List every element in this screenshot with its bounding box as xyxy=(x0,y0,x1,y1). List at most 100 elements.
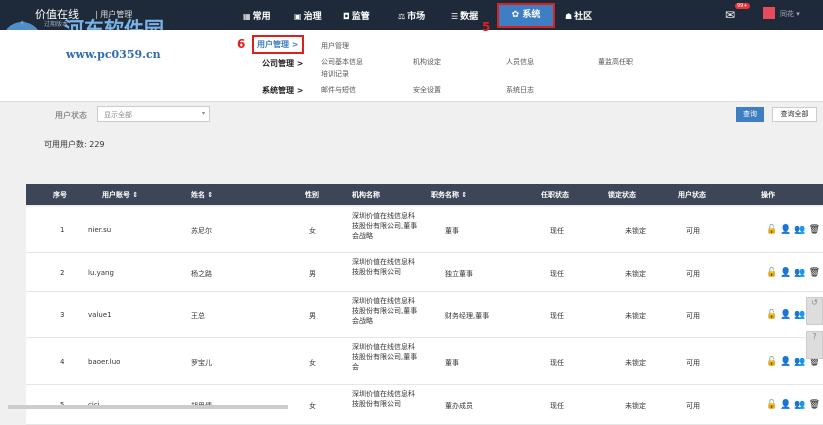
user-status-label: 用户状态 xyxy=(55,111,87,120)
cell-name: 罗宝儿 xyxy=(191,358,212,367)
cell-org: 深圳价值在线信息科 技股份有限公司,董事 会战略 xyxy=(352,296,417,326)
step-annotation-5: 5 xyxy=(482,20,491,34)
search-all-button[interactable]: 查询全部 xyxy=(772,107,817,122)
nav-governance[interactable]: ▣ 治理 xyxy=(294,9,322,22)
user-status-select[interactable]: 显示全部 ▾ xyxy=(97,106,210,122)
table-row: 4 baoer.luo 罗宝儿 女 董事 现任 未锁定 可用 深圳价值在线信息科 技股份有限公司,… xyxy=(26,338,823,385)
cell-user-status: 可用 xyxy=(686,269,700,278)
cell-org: 深圳价值在线信息科 技股份有限公司 xyxy=(352,389,415,409)
submenu-item-org-settings[interactable]: 机构设定 xyxy=(413,57,441,67)
row-actions[interactable]: 🔓👤👥🗑 xyxy=(766,225,823,235)
row-actions[interactable]: 🔓👤👥🗑 xyxy=(766,400,823,410)
horizontal-scrollbar[interactable] xyxy=(8,405,288,409)
cell-name: 杨之路 xyxy=(191,269,212,278)
cell-sex: 男 xyxy=(309,269,316,278)
user-count: 可用用户数: 229 xyxy=(44,140,105,149)
submenu-system-management[interactable]: 系统管理 > xyxy=(262,85,304,96)
cell-lock-status: 未锁定 xyxy=(625,269,646,278)
people-icon: ☗ xyxy=(565,12,573,21)
submenu-company-management[interactable]: 公司管理 > xyxy=(262,58,304,69)
col-ops: 操作 xyxy=(761,191,775,199)
nav-data[interactable]: ☰ 数据 xyxy=(451,9,478,22)
cell-org: 深圳价值在线信息科 技股份有限公司,董事 会战略 xyxy=(352,211,417,241)
col-title[interactable]: 职务名称 ⇕ xyxy=(431,190,467,200)
cell-no: 3 xyxy=(60,311,65,319)
submenu-user-management[interactable]: 用户管理 > xyxy=(252,35,304,54)
submenu-item-personnel[interactable]: 人员信息 xyxy=(506,57,534,67)
table-row: 1 nier.su 苏尼尔 女 董事 现任 未锁定 可用 深圳价值在线信息科 技股份有限公司,董事… xyxy=(26,207,823,253)
submenu-item-training[interactable]: 培训记录 xyxy=(321,69,349,79)
avatar[interactable] xyxy=(763,7,775,19)
table-row: 3 value1 王总 男 财务经理,董事 现任 未锁定 可用 深圳价值在线信息科 技股份有限公司… xyxy=(26,292,823,338)
col-name[interactable]: 姓名 ⇕ xyxy=(191,190,213,200)
scale-icon: ⚖ xyxy=(398,12,406,21)
cell-user-status: 可用 xyxy=(686,358,700,367)
submenu-item-system-log[interactable]: 系统日志 xyxy=(506,85,534,95)
col-account[interactable]: 用户账号 ⇕ xyxy=(102,190,138,200)
cell-no: 1 xyxy=(60,226,65,234)
submenu-item-mail-sms[interactable]: 邮件与短信 xyxy=(321,85,356,95)
nav-system[interactable]: ✿ 系统 xyxy=(497,3,555,28)
cell-title: 财务经理,董事 xyxy=(445,312,490,320)
side-help-tab[interactable]: ? xyxy=(806,331,823,359)
cell-org-line: 深圳价值在线信息科 xyxy=(352,258,415,266)
cell-no: 2 xyxy=(60,268,65,277)
submenu-item-director-tenure[interactable]: 董监高任职 xyxy=(598,57,633,67)
table-header: 序号 用户账号 ⇕ 姓名 ⇕ 性别 机构名称 职务名称 ⇕ 任职状态 锁定状态 … xyxy=(26,184,823,205)
cell-org-line: 技股份有限公司,董事 xyxy=(352,353,418,361)
cell-org-line: 深圳价值在线信息科 xyxy=(352,297,415,305)
cell-org-line: 技股份有限公司 xyxy=(352,400,401,408)
nav-supervision[interactable]: ◘ 监管 xyxy=(343,9,370,22)
col-no: 序号 xyxy=(53,191,67,199)
cell-job-status: 现任 xyxy=(550,312,564,320)
submenu-item-security[interactable]: 安全设置 xyxy=(413,85,441,95)
cell-org-line: 会战略 xyxy=(352,317,373,325)
cell-org: 深圳价值在线信息科 技股份有限公司 xyxy=(352,257,415,277)
table-row: 2 lu.yang 杨之路 男 独立董事 现任 未锁定 可用 深圳价值在线信息科 技股份有限公司 🔓… xyxy=(26,253,823,292)
cell-title: 董事 xyxy=(445,227,459,235)
mail-icon[interactable]: ✉ xyxy=(725,8,735,22)
submenu-item-company-info[interactable]: 公司基本信息 xyxy=(321,57,363,67)
user-menu[interactable]: 同花 ▾ xyxy=(780,9,800,19)
cell-org: 深圳价值在线信息科 技股份有限公司,董事会 xyxy=(352,342,417,372)
step-annotation-6: 6 xyxy=(237,37,246,51)
cell-name: 王总 xyxy=(191,312,205,320)
cell-job-status: 现任 xyxy=(550,269,564,278)
cell-account: baoer.luo xyxy=(88,357,121,366)
cell-job-status: 现任 xyxy=(550,227,564,235)
cell-sex: 女 xyxy=(309,227,316,235)
cell-job-status: 现任 xyxy=(550,402,564,410)
cell-title: 董事 xyxy=(445,358,459,367)
cell-org-line: 技股份有限公司,董事 xyxy=(352,222,418,230)
col-lock-status: 锁定状态 xyxy=(608,191,636,199)
search-button[interactable]: 查询 xyxy=(736,107,764,122)
cell-lock-status: 未锁定 xyxy=(625,227,646,235)
nav-community[interactable]: ☗ 社区 xyxy=(565,9,592,22)
col-user-status: 用户状态 xyxy=(678,191,706,199)
cell-lock-status: 未锁定 xyxy=(625,402,646,410)
cell-account: value1 xyxy=(88,311,112,319)
side-feedback-tab[interactable]: ↺ xyxy=(806,297,823,325)
mail-badge: 99+ xyxy=(735,3,750,9)
col-org: 机构名称 xyxy=(352,191,380,199)
cell-org-line: 深圳价值在线信息科 xyxy=(352,212,415,220)
cell-account: lu.yang xyxy=(88,268,114,277)
cell-sex: 女 xyxy=(309,402,316,410)
submenu-item-user-management[interactable]: 用户管理 xyxy=(321,41,349,51)
cell-org-line: 深圳价值在线信息科 xyxy=(352,390,415,398)
cell-org-line: 技股份有限公司,董事 xyxy=(352,307,418,315)
col-job-status: 任职状态 xyxy=(541,191,569,199)
row-actions[interactable]: 🔓👤👥🗑 xyxy=(766,268,823,278)
cell-org-line: 会战略 xyxy=(352,232,373,240)
cell-name: 苏尼尔 xyxy=(191,227,212,235)
cell-title: 独立董事 xyxy=(445,269,473,278)
cell-user-status: 可用 xyxy=(686,312,700,320)
nav-market[interactable]: ⚖ 市场 xyxy=(398,9,425,22)
gear-icon: ✿ xyxy=(511,10,520,20)
system-submenu-panel: 6 用户管理 > 用户管理 公司管理 > 公司基本信息 机构设定 人员信息 董监… xyxy=(0,30,823,102)
cell-lock-status: 未锁定 xyxy=(625,358,646,367)
grid-icon: ▦ xyxy=(243,12,251,21)
database-icon: ☰ xyxy=(451,12,459,21)
briefcase-icon: ▣ xyxy=(294,12,302,21)
nav-common[interactable]: ▦ 常用 xyxy=(243,9,271,22)
